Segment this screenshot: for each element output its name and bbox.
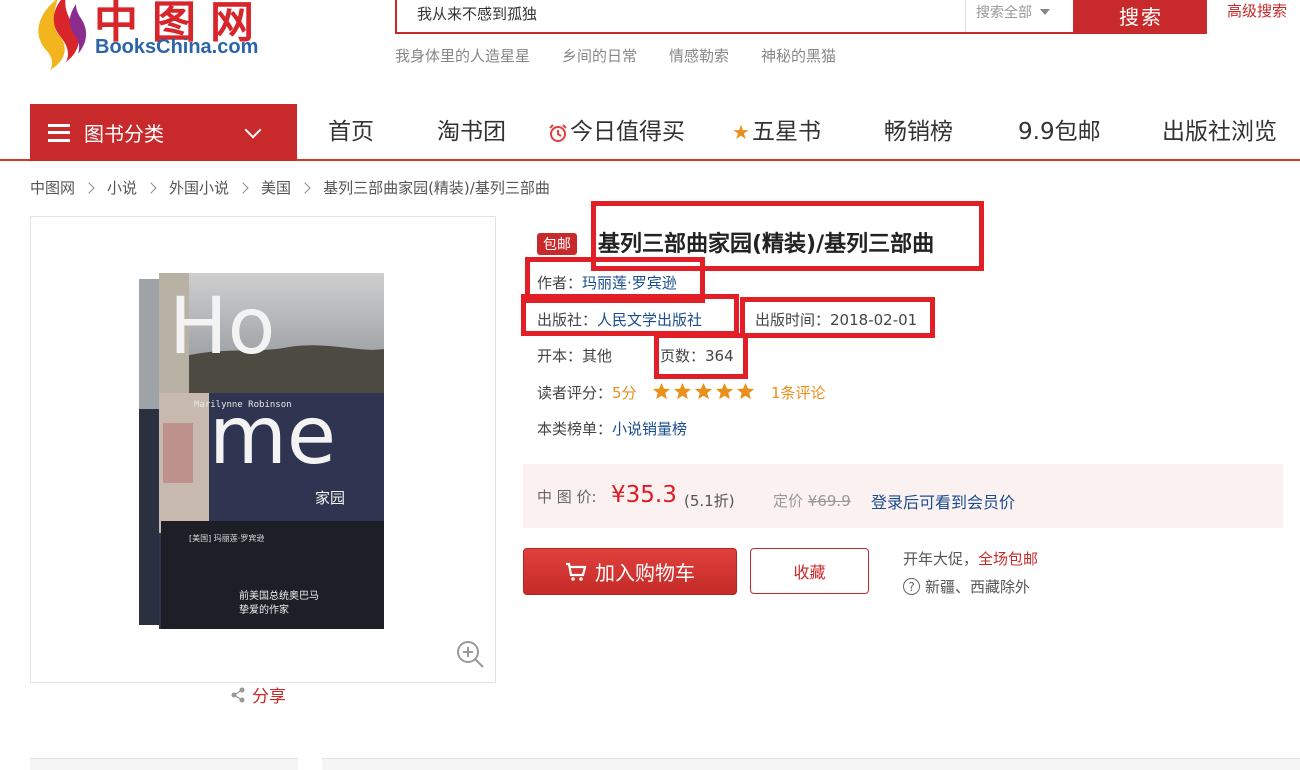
list-price: ¥69.9 [807, 492, 851, 510]
highlight-box-pub-date [740, 297, 935, 338]
nav-free-shipping[interactable]: 9.9包邮 [1018, 104, 1101, 161]
favorite-button[interactable]: 收藏 [750, 548, 869, 594]
search-bar: 搜索全部 [395, 0, 1075, 34]
nav-publishers[interactable]: 出版社浏览 [1162, 104, 1277, 161]
question-icon[interactable]: ? [903, 578, 920, 595]
alarm-clock-icon [549, 123, 567, 142]
flame-logo-icon [38, 0, 87, 70]
hot-word-link[interactable]: 神秘的黑猫 [761, 45, 836, 66]
rank-link[interactable]: 小说销量榜 [612, 420, 687, 438]
sale-price: ¥35.3 [611, 482, 677, 508]
chevron-right-icon [299, 181, 311, 194]
member-price-link[interactable]: 登录后可看到会员价 [871, 489, 1015, 513]
hot-word-link[interactable]: 情感勒索 [669, 45, 729, 66]
book-cover-image: Ho me Marilynne Robinson 家园 [美国] 玛丽莲·罗宾逊… [139, 273, 384, 629]
free-shipping-badge: 包邮 [537, 233, 577, 255]
cover-tagline: 前美国总统奥巴马 [239, 589, 319, 602]
breadcrumb-item[interactable]: 中图网 [30, 177, 75, 198]
price-label: 中 图 价: [537, 488, 597, 506]
format-row: 开本：其他 [537, 345, 612, 366]
star-icon [736, 382, 755, 400]
cover-tagline-2: 挚爱的作家 [239, 603, 289, 616]
breadcrumb-item[interactable]: 美国 [261, 177, 291, 198]
rank-label: 本类榜单： [537, 420, 613, 438]
nav-bestsellers[interactable]: 畅销榜 [884, 104, 953, 161]
share-icon [231, 687, 245, 702]
add-to-cart-label: 加入购物车 [595, 563, 695, 585]
breadcrumb-item[interactable]: 外国小说 [169, 177, 229, 198]
nav-home[interactable]: 首页 [328, 104, 374, 161]
product-image-frame[interactable]: Ho me Marilynne Robinson 家园 [美国] 玛丽莲·罗宾逊… [30, 216, 496, 683]
sidebar-panel-top [30, 758, 298, 770]
search-scope-label: 搜索全部 [976, 5, 1032, 21]
nav-five-star-label: 五星书 [751, 119, 821, 145]
hot-word-link[interactable]: 我身体里的人造星星 [395, 45, 530, 66]
content-panel-top [322, 758, 1300, 770]
breadcrumb-item[interactable]: 小说 [107, 177, 137, 198]
category-menu-label: 图书分类 [84, 122, 164, 146]
discount-rate: (5.1折) [684, 492, 735, 510]
search-input[interactable] [397, 0, 965, 32]
format-label: 开本： [537, 347, 583, 365]
caret-down-icon [1040, 9, 1050, 15]
add-to-cart-button[interactable]: 加入购物车 [523, 548, 737, 595]
breadcrumb-current: 基列三部曲家园(精装)/基列三部曲 [323, 179, 550, 197]
rating-row: 读者评分：5分 [537, 382, 637, 403]
list-price-row: 定价 ¥69.9 [773, 490, 851, 511]
highlight-box-pages [654, 333, 748, 379]
cover-author-en: Marilynne Robinson [194, 400, 292, 410]
shipping-exclusion: ? 新疆、西藏除外 [903, 576, 1030, 597]
list-price-label: 定价 [773, 492, 804, 510]
rank-row: 本类榜单：小说销量榜 [537, 418, 687, 439]
breadcrumb: 中图网 小说 外国小说 美国 基列三部曲家园(精装)/基列三部曲 [30, 177, 550, 198]
site-logo[interactable]: 中图网 BooksChina.com [28, 0, 268, 74]
advanced-search-link[interactable]: 高级搜索 [1227, 0, 1287, 21]
exclusion-text: 新疆、西藏除外 [925, 578, 1031, 596]
promo-highlight: 全场包邮 [978, 550, 1039, 568]
format-value: 其他 [582, 347, 613, 365]
cover-title-en: Ho [169, 282, 275, 372]
main-nav: 图书分类 首页 淘书团 今日值得买 ★ 五星书 畅销榜 9.9包邮 出版社浏览 [0, 104, 1300, 161]
menu-icon [48, 123, 70, 142]
hot-search-words: 我身体里的人造星星 乡间的日常 情感勒索 神秘的黑猫 [395, 45, 836, 66]
reviews-link[interactable]: 1条评论 [771, 382, 826, 403]
rating-label: 读者评分： [537, 384, 613, 402]
chevron-right-icon [145, 181, 157, 194]
nav-book-group[interactable]: 淘书团 [437, 104, 506, 161]
logo-text-en: BooksChina.com [95, 36, 259, 58]
cover-title-cn: 家园 [315, 489, 345, 507]
star-icon [673, 382, 692, 400]
cover-author-cn: [美国] 玛丽莲·罗宾逊 [189, 533, 264, 543]
star-icon: ★ [732, 120, 750, 144]
highlight-box-publisher [521, 294, 739, 336]
rating-value: 5分 [612, 384, 637, 402]
nav-daily-deals-label: 今日值得买 [570, 119, 685, 145]
promo-text: 开年大促，全场包邮 [903, 548, 1038, 569]
promo-label: 开年大促， [903, 550, 979, 568]
share-label: 分享 [252, 687, 286, 707]
zoom-in-icon[interactable] [455, 639, 485, 669]
search-button[interactable]: 搜索 [1075, 0, 1207, 34]
star-icon [715, 382, 734, 400]
star-icon [652, 382, 671, 400]
nav-five-star[interactable]: ★ 五星书 [732, 104, 821, 161]
category-menu-button[interactable]: 图书分类 [30, 104, 297, 161]
share-button[interactable]: 分享 [230, 682, 286, 707]
search-scope-select[interactable]: 搜索全部 [965, 0, 1073, 32]
hot-word-link[interactable]: 乡间的日常 [562, 45, 637, 66]
nav-daily-deals[interactable]: 今日值得买 [548, 104, 685, 161]
shopping-cart-icon [566, 562, 587, 581]
chevron-right-icon [237, 181, 249, 194]
price-panel: 中 图 价: ¥35.3 (5.1折) 定价 ¥69.9 登录后可看到会员价 [523, 464, 1283, 528]
chevron-right-icon [83, 181, 95, 194]
star-icon [694, 382, 713, 400]
rating-stars [652, 382, 755, 401]
chevron-down-icon [244, 121, 262, 139]
